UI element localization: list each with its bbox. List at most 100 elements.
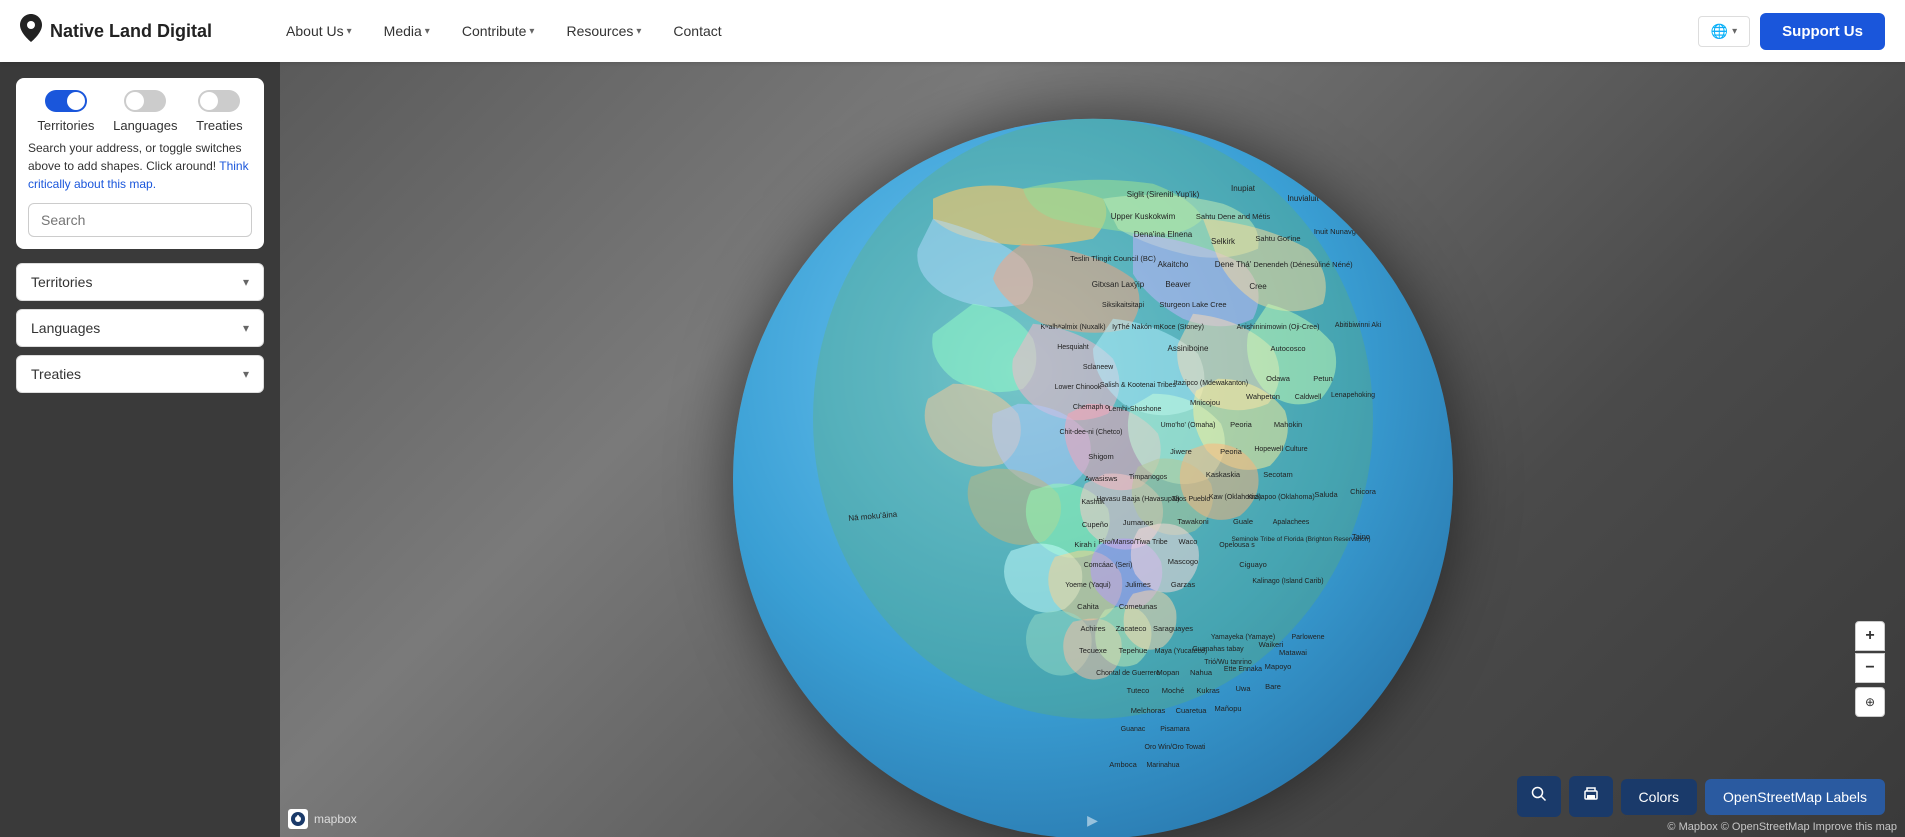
media-chevron-icon: ▾ — [425, 26, 430, 37]
languages-label: Languages — [113, 118, 177, 133]
svg-text:Parlowene: Parlowene — [1291, 633, 1324, 640]
nav-contribute[interactable]: Contribute ▾ — [448, 15, 549, 47]
svg-text:Tuteco: Tuteco — [1126, 685, 1149, 694]
svg-text:Cometunas: Cometunas — [1118, 601, 1157, 610]
svg-text:Sahtu Dene and Métis: Sahtu Dene and Métis — [1195, 211, 1269, 220]
print-button[interactable] — [1569, 776, 1613, 817]
territories-toggle-group: Territories — [37, 90, 94, 133]
svg-text:Ciguayo: Ciguayo — [1239, 559, 1267, 568]
svg-text:Sturgeon Lake Cree: Sturgeon Lake Cree — [1159, 299, 1226, 308]
toggle-row: Territories Languages Treaties — [28, 90, 252, 133]
about-chevron-icon: ▾ — [347, 26, 352, 37]
svg-text:Siglit (Sireniti Yup'ik): Siglit (Sireniti Yup'ik) — [1126, 189, 1199, 198]
logo-area: Native Land Digital — [20, 14, 212, 48]
map-area[interactable]: Siglit (Sireniti Yup'ik) Inupiat Inuvial… — [280, 62, 1905, 837]
svg-text:Peoria: Peoria — [1220, 446, 1243, 455]
magnify-button[interactable] — [1517, 776, 1561, 817]
sidebar-description: Search your address, or toggle switches … — [28, 139, 252, 193]
svg-text:Upper Kuskokwim: Upper Kuskokwim — [1110, 211, 1175, 220]
svg-text:Cuaretua: Cuaretua — [1175, 705, 1207, 714]
svg-text:Siksikaitsitapi: Siksikaitsitapi — [1101, 301, 1143, 308]
treaties-toggle-knob — [200, 92, 218, 110]
treaties-toggle[interactable] — [198, 90, 240, 112]
languages-toggle[interactable] — [124, 90, 166, 112]
svg-text:Caldwell: Caldwell — [1294, 393, 1321, 400]
toggles-panel: Territories Languages Treaties Search yo… — [16, 78, 264, 249]
nav-media[interactable]: Media ▾ — [370, 15, 444, 47]
svg-text:Inuit Nunavgat: Inuit Nunavgat — [1313, 226, 1362, 235]
svg-text:Jiwere: Jiwere — [1170, 446, 1192, 455]
lang-chevron-icon: ▾ — [1732, 26, 1737, 37]
svg-text:Mascogo: Mascogo — [1167, 556, 1197, 565]
svg-text:Inuvialuit: Inuvialuit — [1287, 193, 1319, 202]
svg-text:Dena'ina Elnena: Dena'ina Elnena — [1133, 229, 1192, 238]
svg-text:Sahtu Got'ine: Sahtu Got'ine — [1255, 233, 1300, 242]
map-attribution: © Mapbox © OpenStreetMap Improve this ma… — [1667, 821, 1897, 833]
svg-text:Odawa: Odawa — [1266, 373, 1291, 382]
support-us-button[interactable]: Support Us — [1760, 13, 1885, 50]
svg-text:Amboca: Amboca — [1109, 759, 1137, 768]
resources-chevron-icon: ▾ — [636, 26, 641, 37]
svg-text:Tawakoni: Tawakoni — [1177, 516, 1209, 525]
svg-text:Kukras: Kukras — [1196, 685, 1220, 694]
svg-text:Chicora: Chicora — [1350, 486, 1377, 495]
svg-text:Chit-dee-ni (Chetco): Chit-dee-ni (Chetco) — [1059, 428, 1122, 435]
svg-text:Julimes: Julimes — [1125, 579, 1151, 588]
svg-text:Piro/Manso/Tiwa Tribe: Piro/Manso/Tiwa Tribe — [1098, 538, 1167, 545]
treaties-filter[interactable]: Treaties ▾ — [16, 355, 264, 393]
svg-text:Kʷalhʷəlmix (Nuxalk): Kʷalhʷəlmix (Nuxalk) — [1040, 323, 1105, 330]
svg-text:Cree: Cree — [1249, 281, 1267, 290]
openstreet-labels-button[interactable]: OpenStreetMap Labels — [1705, 779, 1885, 815]
svg-text:Saluda: Saluda — [1314, 489, 1338, 498]
mapbox-logo: mapbox — [288, 809, 357, 829]
svg-text:Comcáac (Seri): Comcáac (Seri) — [1083, 561, 1132, 568]
nav-contact[interactable]: Contact — [659, 15, 735, 47]
globe: Siglit (Sireniti Yup'ik) Inupiat Inuvial… — [733, 118, 1453, 837]
svg-text:Chontal de Guerrero: Chontal de Guerrero — [1096, 669, 1160, 676]
svg-text:Taino: Taino — [1352, 531, 1370, 540]
svg-text:Jumanos: Jumanos — [1122, 517, 1153, 526]
territories-filter-chevron: ▾ — [243, 275, 249, 289]
svg-text:Akaitcho: Akaitcho — [1157, 259, 1188, 268]
territories-toggle[interactable] — [45, 90, 87, 112]
svg-text:Awasisws: Awasisws — [1084, 473, 1117, 482]
svg-text:Lower Chinook: Lower Chinook — [1054, 383, 1101, 390]
svg-text:Wahpeton: Wahpeton — [1246, 391, 1280, 400]
languages-toggle-knob — [126, 92, 144, 110]
reset-north-button[interactable]: ⊕ — [1855, 687, 1885, 717]
svg-text:Peoria: Peoria — [1230, 419, 1253, 428]
treaties-label: Treaties — [196, 118, 242, 133]
svg-text:Mopan: Mopan — [1156, 667, 1179, 676]
nav-resources[interactable]: Resources ▾ — [552, 15, 655, 47]
nav-right: 🌐 ▾ Support Us — [1698, 13, 1885, 50]
svg-text:Salish & Kootenai Tribes: Salish & Kootenai Tribes — [1099, 381, 1176, 388]
svg-text:Yamayeka (Yamaye): Yamayeka (Yamaye) — [1210, 633, 1274, 640]
svg-text:Kaskaskia: Kaskaskia — [1205, 469, 1240, 478]
zoom-in-button[interactable]: + — [1855, 621, 1885, 651]
territories-toggle-knob — [67, 92, 85, 110]
nav-about-us[interactable]: About Us ▾ — [272, 15, 366, 47]
svg-text:Kalinago (Island Carib): Kalinago (Island Carib) — [1252, 577, 1323, 584]
svg-text:Waco: Waco — [1178, 536, 1197, 545]
svg-text:Chemaph o: Chemaph o — [1072, 403, 1108, 410]
svg-text:Moché: Moché — [1161, 685, 1184, 694]
zoom-out-button[interactable]: − — [1855, 653, 1885, 683]
svg-text:Achires: Achires — [1080, 623, 1105, 632]
svg-text:Marinahua: Marinahua — [1146, 761, 1179, 768]
filter-section: Territories ▾ Languages ▾ Treaties ▾ — [16, 263, 264, 393]
svg-text:Mnicojou: Mnicojou — [1189, 397, 1219, 406]
svg-text:Denendeh (Dénesùliné Néné): Denendeh (Dénesùliné Néné) — [1253, 259, 1353, 268]
svg-text:Guale: Guale — [1232, 516, 1252, 525]
svg-text:Beaver: Beaver — [1165, 279, 1191, 288]
territories-filter[interactable]: Territories ▾ — [16, 263, 264, 301]
languages-filter[interactable]: Languages ▾ — [16, 309, 264, 347]
svg-text:Yoeme (Yaqui): Yoeme (Yaqui) — [1065, 581, 1111, 588]
svg-text:Tecuexe: Tecuexe — [1079, 645, 1107, 654]
globe-icon: 🌐 — [1711, 23, 1728, 40]
svg-text:Timpanogos: Timpanogos — [1128, 473, 1167, 480]
language-selector[interactable]: 🌐 ▾ — [1698, 16, 1750, 47]
colors-button[interactable]: Colors — [1621, 779, 1697, 815]
svg-text:Taos Pueblo: Taos Pueblo — [1171, 495, 1210, 502]
main-nav: About Us ▾ Media ▾ Contribute ▾ Resource… — [272, 15, 1698, 47]
search-input[interactable] — [28, 203, 252, 237]
